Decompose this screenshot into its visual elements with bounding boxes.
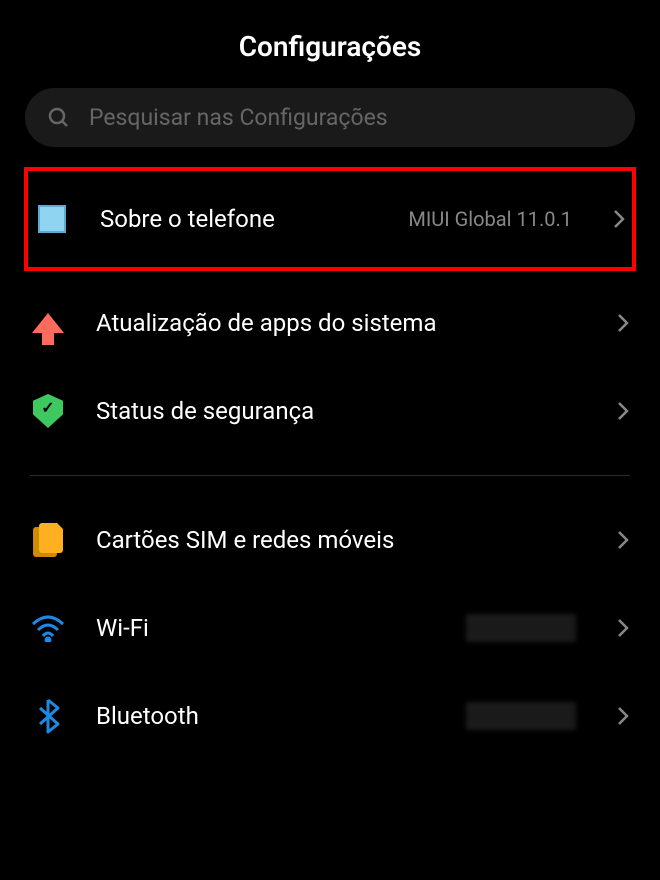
settings-item-security-status[interactable]: Status de segurança <box>0 367 660 455</box>
chevron-right-icon <box>616 621 630 635</box>
item-label: Bluetooth <box>96 702 436 730</box>
chevron-right-icon <box>616 404 630 418</box>
chevron-right-icon <box>612 212 626 226</box>
settings-list-2: Cartões SIM e redes móveis Wi-Fi <box>0 496 660 760</box>
page-header: Configurações <box>0 0 660 88</box>
chevron-right-icon <box>616 709 630 723</box>
item-value: MIUI Global 11.0.1 <box>408 207 572 231</box>
arrow-up-icon <box>30 305 66 341</box>
chevron-right-icon <box>616 533 630 547</box>
settings-item-wifi[interactable]: Wi-Fi <box>0 584 660 672</box>
square-icon <box>34 201 70 237</box>
shield-check-icon <box>30 393 66 429</box>
settings-item-bluetooth[interactable]: Bluetooth <box>0 672 660 760</box>
sim-icon <box>30 522 66 558</box>
chevron-right-icon <box>616 316 630 330</box>
settings-item-about-phone[interactable]: Sobre o telefone MIUI Global 11.0.1 <box>24 167 636 271</box>
item-value-redacted <box>466 702 576 730</box>
settings-item-system-apps-update[interactable]: Atualização de apps do sistema <box>0 279 660 367</box>
item-label: Atualização de apps do sistema <box>96 309 586 337</box>
search-placeholder: Pesquisar nas Configurações <box>89 104 388 131</box>
page-title: Configurações <box>0 30 660 63</box>
wifi-icon <box>30 610 66 646</box>
item-value-redacted <box>466 614 576 642</box>
search-bar[interactable]: Pesquisar nas Configurações <box>25 88 635 147</box>
item-label: Status de segurança <box>96 397 586 425</box>
settings-item-sim-mobile[interactable]: Cartões SIM e redes móveis <box>0 496 660 584</box>
search-icon <box>47 106 71 130</box>
section-divider <box>30 475 630 476</box>
bluetooth-icon <box>30 698 66 734</box>
item-label: Sobre o telefone <box>100 205 378 233</box>
item-label: Wi-Fi <box>96 614 436 642</box>
settings-list-1: Sobre o telefone MIUI Global 11.0.1 Atua… <box>0 167 660 455</box>
item-label: Cartões SIM e redes móveis <box>96 526 586 554</box>
